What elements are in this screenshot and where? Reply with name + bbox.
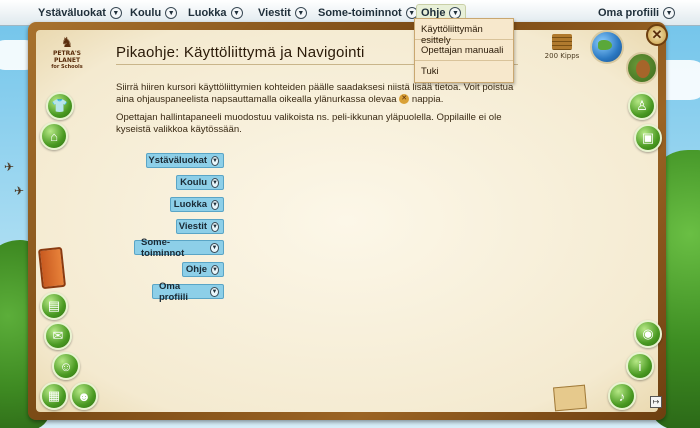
intro-text: Siirrä hiiren kursori käyttöliittymien k… xyxy=(116,82,514,105)
chevron-down-icon: ▼ xyxy=(209,286,219,297)
notice-board-icon[interactable]: ▣ xyxy=(634,124,662,152)
menu-some-toiminnot[interactable]: Some-toiminnot ▼ xyxy=(314,4,422,22)
wardrobe-icon[interactable]: 👕 xyxy=(46,92,74,120)
chevron-down-icon: ▼ xyxy=(211,177,219,188)
nav-button-koulu[interactable]: Koulu ▼ xyxy=(176,175,224,190)
menu-label: Some-toiminnot xyxy=(318,7,402,19)
sound-icon[interactable]: ♪ xyxy=(608,382,636,410)
menu-ystavaluokat[interactable]: Ystäväluokat ▼ xyxy=(34,4,126,22)
panel-paragraph: Opettajan hallintapaneeli muodostuu vali… xyxy=(116,112,502,135)
camera-icon[interactable]: ◉ xyxy=(634,320,662,348)
logo-text: PLANET xyxy=(53,57,81,64)
coin-stack-icon xyxy=(552,34,572,50)
intro-text: nappia. xyxy=(411,94,444,105)
coin-label: 200 Kipps xyxy=(544,52,580,60)
theater-masks-icon[interactable]: ☺ xyxy=(52,352,80,380)
nav-button-oma-profiili[interactable]: Oma profiili ▼ xyxy=(152,281,224,303)
menu-item-tuki[interactable]: Tuki xyxy=(415,61,513,82)
avatar[interactable] xyxy=(626,52,658,84)
menu-label: Koulu xyxy=(130,7,162,19)
close-icon: ✕ xyxy=(399,94,410,105)
nav-button-label: Viestit xyxy=(178,221,208,232)
globe-icon[interactable] xyxy=(590,30,624,64)
menu-label: Ystäväluokat xyxy=(38,7,106,19)
photo-album-icon[interactable]: ▤ xyxy=(40,292,68,320)
menu-label: Oma profiili xyxy=(598,7,660,19)
nav-button-ystavaluokat[interactable]: Ystäväluokat ▼ xyxy=(146,153,224,168)
chevron-down-icon: ▼ xyxy=(230,7,243,19)
chevron-down-icon: ▼ xyxy=(294,7,307,19)
close-button[interactable]: ✕ xyxy=(646,24,668,46)
menu-label: Luokka xyxy=(188,7,227,19)
book-icon[interactable] xyxy=(37,246,67,290)
chevron-down-icon: ▼ xyxy=(211,264,219,275)
chevron-down-icon: ▼ xyxy=(211,199,219,210)
chat-icon[interactable]: ✉ xyxy=(44,322,72,350)
coin-counter: 200 Kipps xyxy=(544,34,580,60)
bird-icon: ✈ xyxy=(4,160,15,174)
chevron-down-icon: ▼ xyxy=(211,221,219,232)
menu-luokka[interactable]: Luokka ▼ xyxy=(184,4,247,22)
nav-button-label: Oma profiili xyxy=(159,280,189,303)
nav-button-label: Luokka xyxy=(173,199,208,210)
menu-viestit[interactable]: Viestit ▼ xyxy=(254,4,311,22)
info-icon[interactable]: i xyxy=(626,352,654,380)
logo-mark-icon: ♞ xyxy=(60,34,74,50)
chevron-down-icon: ▼ xyxy=(165,7,178,19)
logo: ♞ PETRA'S PLANET for Schools xyxy=(48,34,86,76)
nav-button-luokka[interactable]: Luokka ▼ xyxy=(170,197,224,212)
nav-button-label: Koulu xyxy=(180,177,208,188)
menu-oma-profiili[interactable]: Oma profiili ▼ xyxy=(594,4,679,22)
ohje-dropdown-menu: Käyttöliittymän esittely Opettajan manua… xyxy=(414,18,514,83)
menu-label: Viestit xyxy=(258,7,291,19)
shop-basket-icon[interactable]: ⌂ xyxy=(40,122,68,150)
logo-text: PETRA'S xyxy=(52,50,81,57)
close-icon: ✕ xyxy=(651,27,663,42)
logo-text: for Schools xyxy=(51,64,83,70)
map-icon[interactable] xyxy=(553,384,587,412)
nav-button-label: Some-toiminnot xyxy=(141,236,185,259)
chevron-down-icon: ▼ xyxy=(211,155,219,166)
exit-icon[interactable]: ↦ xyxy=(650,396,662,408)
menu-koulu[interactable]: Koulu ▼ xyxy=(126,4,181,22)
seat-icon[interactable]: ♙ xyxy=(628,92,656,120)
intro-paragraph: Siirrä hiiren kursori käyttöliittymien k… xyxy=(116,82,518,106)
nav-button-some-toiminnot[interactable]: Some-toiminnot ▼ xyxy=(134,237,224,259)
friends-icon[interactable]: ☻ xyxy=(70,382,98,410)
menu-item-kayttoliittyman-esittely[interactable]: Käyttöliittymän esittely xyxy=(415,19,513,46)
bird-icon: ✈ xyxy=(14,184,25,198)
classroom-icon[interactable]: ▦ xyxy=(40,382,68,410)
chevron-down-icon: ▼ xyxy=(663,7,676,19)
nav-button-viestit[interactable]: Viestit ▼ xyxy=(176,219,224,234)
chevron-down-icon: ▼ xyxy=(109,7,122,19)
nav-button-label: Ohje xyxy=(185,264,208,275)
nav-button-label: Ystäväluokat xyxy=(148,155,208,166)
chevron-down-icon: ▼ xyxy=(209,242,219,253)
nav-button-ohje[interactable]: Ohje ▼ xyxy=(182,262,224,277)
page-title: Pikaohje: Käyttöliittymä ja Navigointi xyxy=(116,44,365,61)
